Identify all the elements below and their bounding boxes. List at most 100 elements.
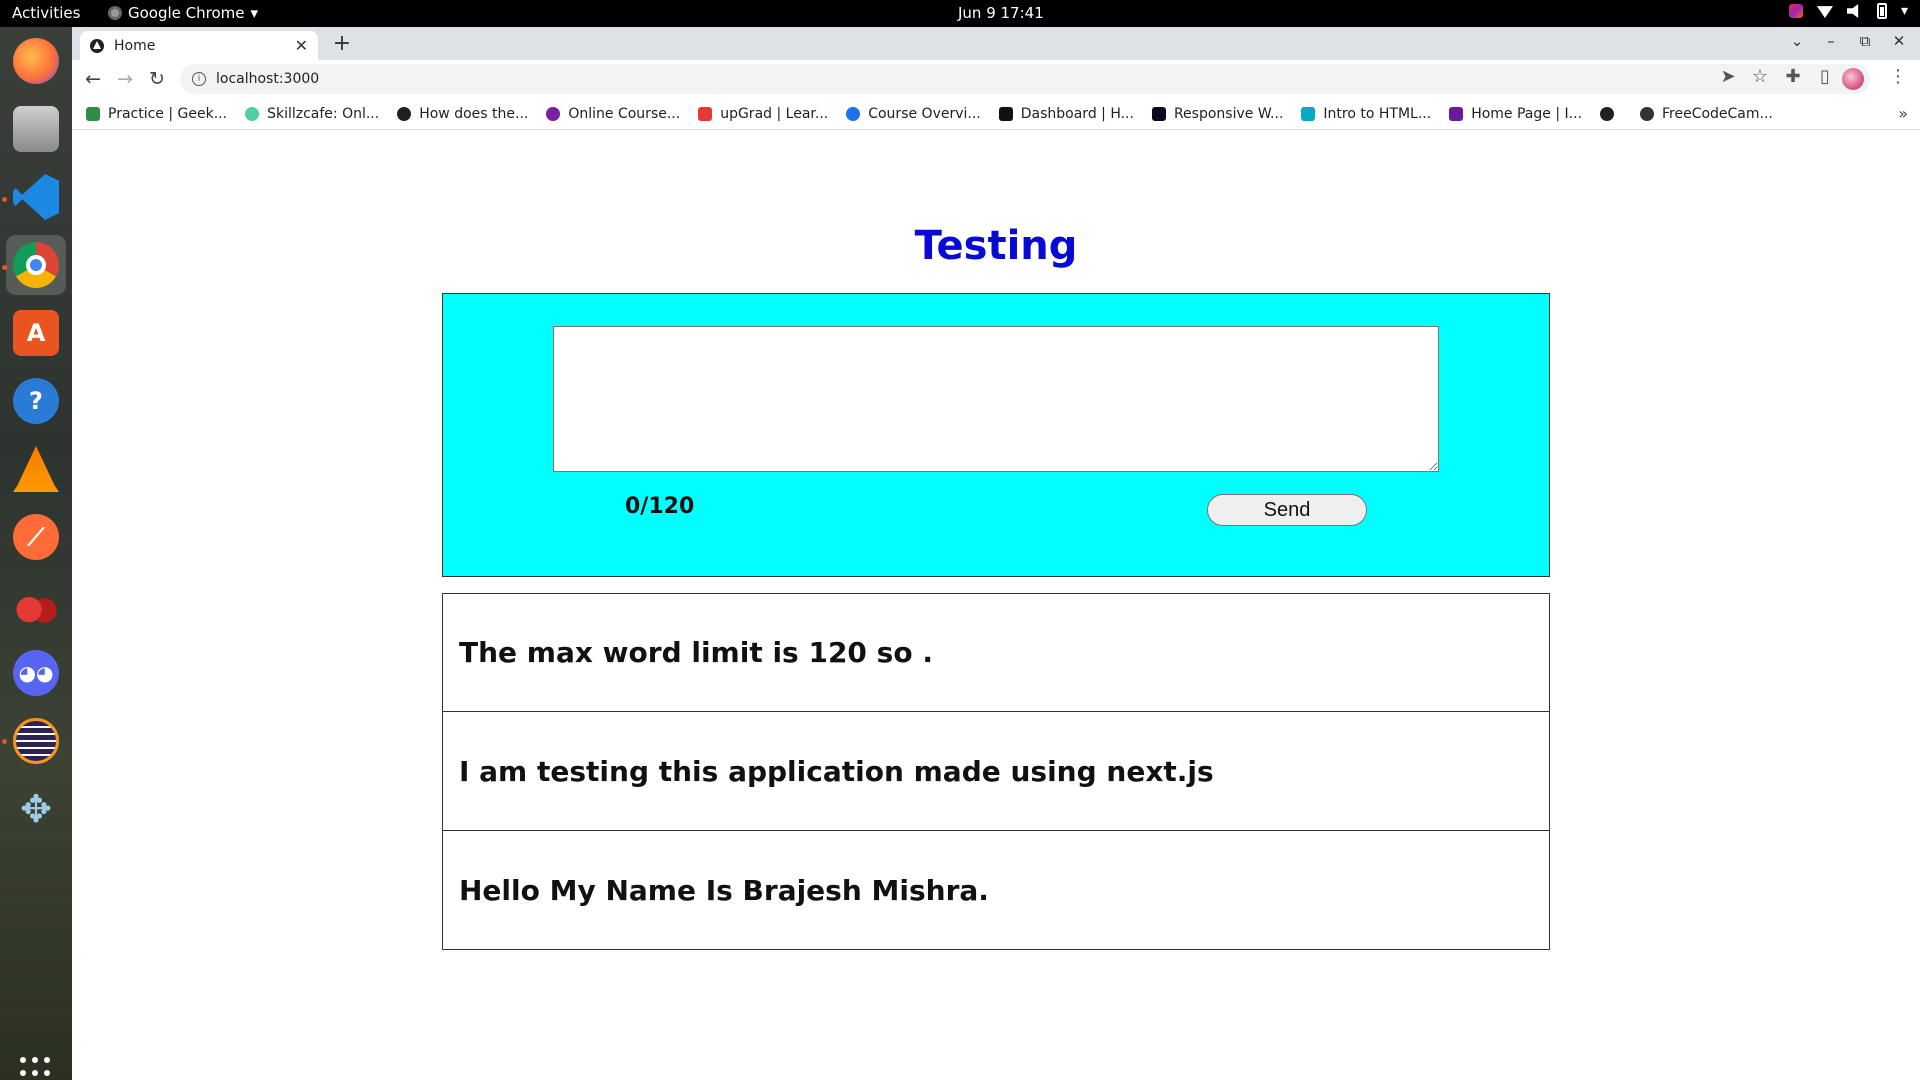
bookmark-item[interactable]: Responsive W...	[1151, 106, 1283, 122]
restore-icon[interactable]: ⧉	[1853, 32, 1877, 50]
bookmark-label: Home Page | I...	[1471, 105, 1582, 122]
chrome-mini-icon	[108, 6, 122, 20]
web-page: Testing 0/120 Send The max word limit is…	[72, 131, 1920, 1080]
system-top-bar: Activities Google Chrome ▾ Jun 9 17:41 ▾	[0, 0, 1920, 27]
composer-panel: 0/120 Send	[442, 293, 1550, 577]
reload-icon[interactable]: ↻	[144, 66, 170, 92]
bookmark-item[interactable]: How does the...	[397, 106, 528, 122]
bookmarks-bar: Practice | Geek... Skillzcafe: Onl... Ho…	[72, 98, 1920, 130]
message-item: Hello My Name Is Brajesh Mishra.	[442, 831, 1550, 950]
more-bookmarks-icon[interactable]: »	[1898, 104, 1908, 123]
bookmark-label: Online Course...	[568, 105, 681, 122]
menu-kebab-icon[interactable]: ⋮	[1885, 66, 1911, 87]
message-textarea[interactable]	[553, 326, 1439, 472]
freecodecamp-icon	[1639, 106, 1654, 121]
cherry-icon	[13, 582, 59, 628]
tab-search-icon[interactable]: ⌄	[1785, 32, 1809, 50]
caret-down-icon: ▾	[1900, 3, 1908, 19]
side-panel-icon[interactable]: ▯	[1812, 66, 1838, 87]
files-icon	[13, 106, 59, 152]
dashboard-icon	[998, 106, 1013, 121]
firefox-icon	[13, 38, 59, 84]
vscode-icon	[13, 174, 59, 220]
system-tray[interactable]: ▾	[1788, 3, 1908, 19]
message-list: The max word limit is 120 so . I am test…	[442, 593, 1550, 950]
dock-vscode[interactable]	[6, 167, 66, 227]
send-button[interactable]: Send	[1207, 494, 1367, 526]
address-bar[interactable]: i localhost:3000	[180, 64, 1870, 94]
site-info-icon[interactable]: i	[192, 72, 206, 86]
dock-software-center[interactable]: A	[6, 303, 66, 363]
dock-ppsspp[interactable]: ✥	[6, 779, 66, 839]
tab-strip: Home ✕ + ⌄ – ⧉ ✕	[72, 27, 1920, 60]
geeksforgeeks-icon	[86, 106, 100, 121]
page-title: Testing	[914, 223, 1078, 269]
bookmark-label: How does the...	[419, 105, 529, 122]
bookmark-star-icon[interactable]: ☆	[1747, 66, 1773, 87]
battery-icon	[1876, 3, 1887, 19]
bookmark-item[interactable]: Online Course...	[546, 106, 680, 122]
wifi-icon	[1816, 6, 1833, 18]
notification-app-icon[interactable]	[1788, 4, 1803, 18]
bookmark-item[interactable]	[1599, 106, 1622, 121]
bookmark-item[interactable]: Dashboard | H...	[998, 105, 1134, 122]
coursera-icon	[846, 106, 861, 121]
upgrad-icon	[698, 106, 713, 121]
discord-icon: ◕◕	[13, 650, 59, 696]
message-item: I am testing this application made using…	[442, 712, 1550, 831]
dock-chrome[interactable]	[6, 235, 66, 295]
dock-discord[interactable]: ◕◕	[6, 643, 66, 703]
bookmark-item[interactable]: FreeCodeCam...	[1639, 105, 1773, 122]
bookmark-label: FreeCodeCam...	[1661, 105, 1773, 122]
forward-icon[interactable]: →	[112, 66, 138, 92]
vlc-icon	[13, 446, 59, 492]
dock-cherrytree[interactable]	[6, 575, 66, 635]
message-item: The max word limit is 120 so .	[442, 593, 1550, 712]
minimize-icon[interactable]: –	[1819, 32, 1843, 50]
bookmark-item[interactable]: Practice | Geek...	[86, 106, 227, 122]
bookmark-label: Course Overvi...	[868, 105, 981, 122]
dock: A ? ⟋ ◕◕ ✥	[0, 27, 72, 1080]
help-icon: ?	[13, 378, 59, 424]
udemy-icon	[1301, 106, 1316, 121]
dock-help[interactable]: ?	[6, 371, 66, 431]
clock[interactable]: Jun 9 17:41	[958, 4, 1044, 22]
tab-home[interactable]: Home ✕	[80, 31, 318, 60]
chrome-center	[26, 255, 46, 275]
bookmark-label: Practice | Geek...	[108, 105, 228, 122]
bookmark-label: Skillzcafe: Onl...	[267, 105, 380, 122]
volume-icon	[1846, 4, 1859, 18]
tab-title: Home	[114, 37, 156, 54]
browser-toolbar: ← → ↻ i localhost:3000 ➤ ☆ ✚ ▯ ⋮	[72, 60, 1920, 98]
new-tab-button[interactable]: +	[328, 31, 356, 56]
app-menu[interactable]: Google Chrome ▾	[108, 4, 258, 22]
eclipse-icon	[13, 718, 59, 764]
send-tab-icon[interactable]: ➤	[1715, 66, 1741, 87]
activities-button[interactable]: Activities	[12, 4, 80, 22]
extensions-icon[interactable]: ✚	[1780, 66, 1806, 87]
bookmark-item[interactable]: Course Overvi...	[846, 106, 981, 122]
url-text[interactable]: localhost:3000	[216, 71, 319, 87]
bookmark-item[interactable]: upGrad | Lear...	[698, 106, 828, 122]
dock-vlc[interactable]	[6, 439, 66, 499]
dock-postman[interactable]: ⟋	[6, 507, 66, 567]
close-tab-icon[interactable]: ✕	[295, 36, 308, 55]
show-applications-button[interactable]	[20, 1057, 52, 1080]
character-counter: 0/120	[625, 494, 695, 519]
dock-eclipse[interactable]	[6, 711, 66, 771]
chrome-icon	[13, 242, 59, 288]
back-icon[interactable]: ←	[80, 66, 106, 92]
bookmark-item[interactable]: Intro to HTML...	[1301, 106, 1431, 122]
profile-avatar[interactable]	[1842, 68, 1864, 90]
close-window-icon[interactable]: ✕	[1887, 32, 1911, 50]
ppsspp-icon: ✥	[20, 787, 52, 831]
dock-files[interactable]	[6, 99, 66, 159]
dock-firefox[interactable]	[6, 31, 66, 91]
bookmark-item[interactable]: Skillzcafe: Onl...	[245, 106, 379, 122]
skillzcafe-icon	[245, 106, 260, 121]
bookmark-label: Dashboard | H...	[1020, 105, 1134, 122]
bookmark-item[interactable]: Home Page | I...	[1449, 106, 1582, 122]
bookmark-label: upGrad | Lear...	[720, 105, 829, 122]
nextjs-favicon-icon	[90, 38, 104, 53]
globe-icon	[397, 106, 412, 121]
